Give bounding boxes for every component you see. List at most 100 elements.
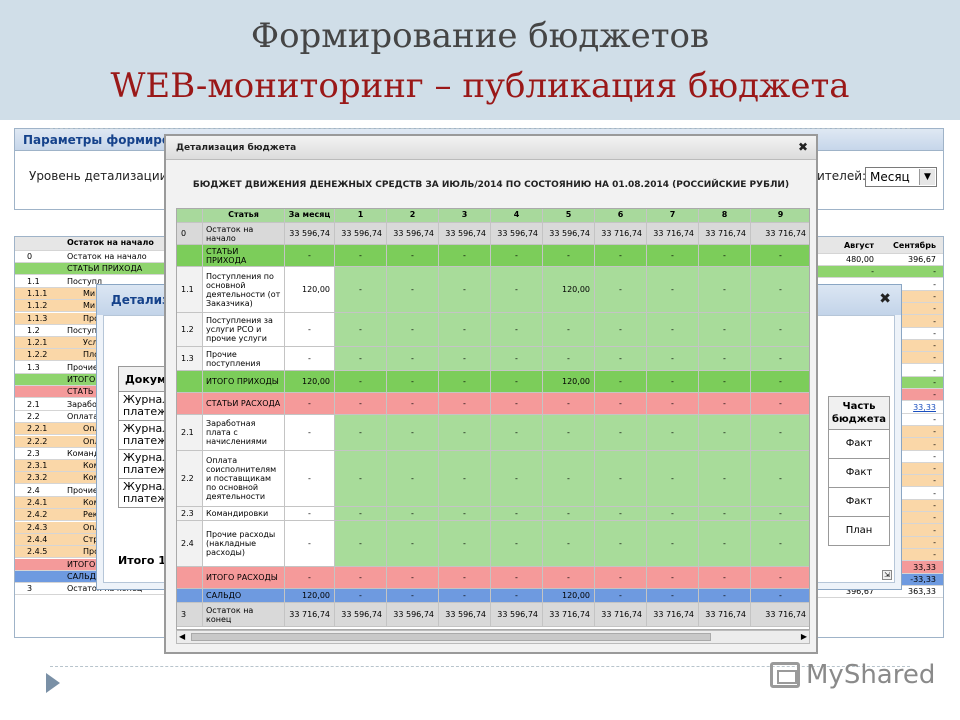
table-cell: 33 716,74 [543,603,595,627]
table-cell: - [491,371,543,393]
month-header: Август [843,241,874,250]
table-cell: 33 596,74 [335,223,387,245]
month-header: Сентябрь [893,241,936,250]
row-code: 1.1 [177,267,203,313]
table-cell: - [543,451,595,507]
horizontal-scrollbar[interactable]: ◀ ▶ [176,630,810,644]
cart-icon [770,662,800,688]
table-cell: - [285,567,335,589]
table-cell: - [335,507,387,521]
table-cell: - [491,245,543,267]
row-code: 2.4 [27,485,40,495]
close-icon[interactable]: ✖ [798,140,808,154]
row-code: 2.3 [27,448,40,458]
journal-link[interactable]: Журнал платежей [118,479,170,508]
close-icon[interactable]: ✖ [879,291,891,307]
table-cell: - [751,371,809,393]
table-cell: 120,00 [543,267,595,313]
table-cell: - [285,507,335,521]
table-header-cell: 9 [751,209,809,223]
next-slide-icon[interactable] [46,673,60,693]
row-label: Поступления по основной деятельности (от… [203,267,285,313]
table-cell: - [491,393,543,415]
journal-link[interactable]: Журнал платежей [118,421,170,450]
table-cell: - [387,245,439,267]
scroll-right-icon[interactable]: ▶ [801,632,807,641]
scroll-left-icon[interactable]: ◀ [179,632,185,641]
table-cell: - [387,393,439,415]
table-cell: - [335,415,387,451]
divider [50,128,910,129]
table-cell: - [751,589,809,603]
row-code: 1.1.3 [27,313,48,323]
row-label: Остаток на начало [203,223,285,245]
row-label: Оплата соисполнителям и поставщикам по о… [203,451,285,507]
row-label: Остаток на начало [67,252,147,261]
table-cell: 33 596,74 [491,603,543,627]
table-cell: 33 596,74 [439,223,491,245]
table-cell: - [439,507,491,521]
table-header-cell: Статья [203,209,285,223]
row-label: СТАТЬИ РАСХОДА [203,393,285,415]
row-code: 2.3.1 [27,461,48,471]
table-cell: - [543,507,595,521]
row-code [177,589,203,603]
table-cell: - [595,267,647,313]
row-label: Прочие [67,362,98,372]
row-label: Прочие поступления [203,347,285,371]
table-cell: 120,00 [285,371,335,393]
period-label: ителей: [817,169,867,183]
table-cell: 33 716,74 [751,603,809,627]
scrollbar-thumb[interactable] [191,633,711,641]
table-cell: - [647,567,699,589]
period-select[interactable]: Месяц ▼ [865,167,937,187]
table-cell: - [595,589,647,603]
table-cell: - [491,507,543,521]
table-cell: - [387,347,439,371]
row-code: 2.4.2 [27,510,48,520]
document-rows: Журнал платежейЖурнал платежейЖурнал пла… [118,392,170,508]
journal-link[interactable]: Журнал платежей [118,392,170,421]
row-code: 2.4.5 [27,547,48,557]
detail-level-label: Уровень детализации: [29,169,172,183]
row-code: 1.2.1 [27,338,48,348]
budget-detail-dialog: Детализация бюджета ✖ БЮДЖЕТ ДВИЖЕНИЯ ДЕ… [164,134,818,654]
table-cell: - [543,567,595,589]
chevron-down-icon[interactable]: ▼ [919,169,935,185]
resize-handle-icon[interactable]: ⇲ [882,570,892,580]
table-header-cell: 5 [543,209,595,223]
month-value: 396,67 [908,255,936,264]
table-cell: - [491,313,543,347]
table-header-cell: 4 [491,209,543,223]
table-cell: - [387,507,439,521]
row-label: Прочие [67,485,98,495]
document-column-header: Докум [118,366,170,392]
row-code: 1.1.1 [27,288,48,298]
table-cell: - [335,371,387,393]
table-cell: - [335,451,387,507]
table-cell: - [285,393,335,415]
row-label: Прочие расходы (накладные расходы) [203,521,285,567]
slide-title: Формирование бюджетов [250,16,710,56]
row-code: 1.2.2 [27,350,48,360]
row-code: 3 [177,603,203,627]
table-cell: - [387,521,439,567]
table-cell: - [387,567,439,589]
dialog-title: Детализация бюджета [176,143,297,153]
table-cell: - [699,451,751,507]
table-cell: - [491,451,543,507]
table-cell: - [647,393,699,415]
table-cell: - [543,347,595,371]
table-cell: - [543,245,595,267]
journal-link[interactable]: Журнал платежей [118,450,170,479]
report-title: БЮДЖЕТ ДВИЖЕНИЯ ДЕНЕЖНЫХ СРЕДСТВ ЗА ИЮЛЬ… [192,180,790,190]
table-cell: - [751,313,809,347]
table-cell: - [387,415,439,451]
table-cell: - [647,371,699,393]
row-label: СТАТЬИ ПРИХОДА [67,264,143,274]
table-cell: - [699,313,751,347]
row-code: 1.2 [27,325,40,335]
table-cell: - [595,451,647,507]
table-cell: - [285,313,335,347]
table-cell: - [387,589,439,603]
